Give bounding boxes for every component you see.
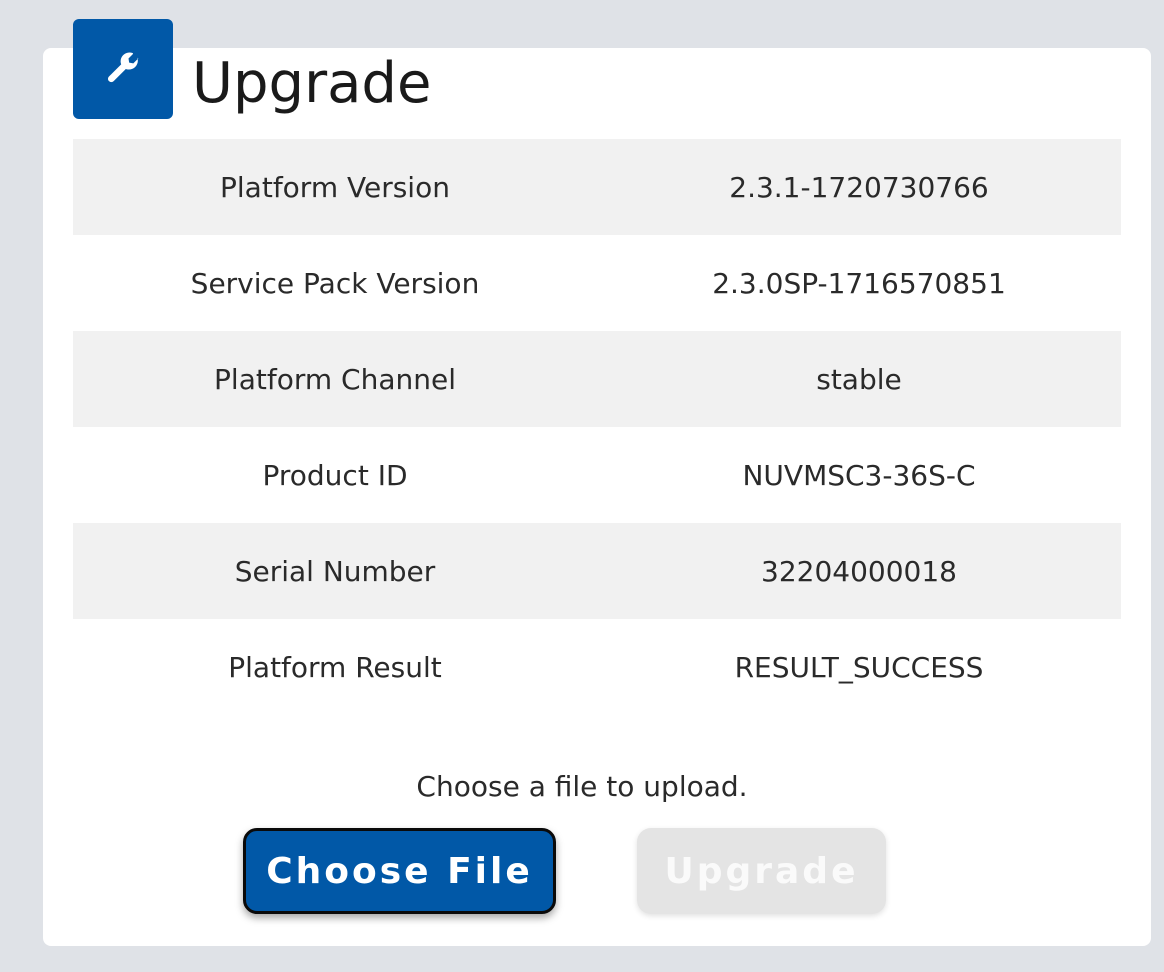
table-row: Platform Version 2.3.1-1720730766	[73, 139, 1121, 235]
wrench-icon	[73, 19, 173, 119]
row-value: stable	[816, 362, 902, 396]
row-label: Serial Number	[234, 554, 436, 588]
row-label: Platform Version	[220, 170, 450, 204]
upload-hint: Choose a file to upload.	[416, 770, 748, 803]
upgrade-button[interactable]: Upgrade	[637, 828, 886, 914]
row-value: RESULT_SUCCESS	[734, 650, 984, 684]
row-value: 32204000018	[761, 554, 957, 588]
row-value: 2.3.0SP-1716570851	[712, 266, 1006, 300]
choose-file-button[interactable]: Choose File	[243, 828, 556, 914]
table-row: Serial Number 32204000018	[73, 523, 1121, 619]
row-label: Platform Result	[228, 650, 442, 684]
table-row: Platform Channel stable	[73, 331, 1121, 427]
row-value: NUVMSC3-36S-C	[742, 458, 976, 492]
table-row: Product ID NUVMSC3-36S-C	[73, 427, 1121, 523]
row-label: Product ID	[262, 458, 408, 492]
table-row: Service Pack Version 2.3.0SP-1716570851	[73, 235, 1121, 331]
table-row: Platform Result RESULT_SUCCESS	[73, 619, 1121, 715]
row-label: Platform Channel	[214, 362, 456, 396]
page-title: Upgrade	[192, 51, 432, 116]
row-label: Service Pack Version	[190, 266, 480, 300]
info-table: Platform Version 2.3.1-1720730766 Servic…	[73, 139, 1121, 715]
row-value: 2.3.1-1720730766	[729, 170, 989, 204]
